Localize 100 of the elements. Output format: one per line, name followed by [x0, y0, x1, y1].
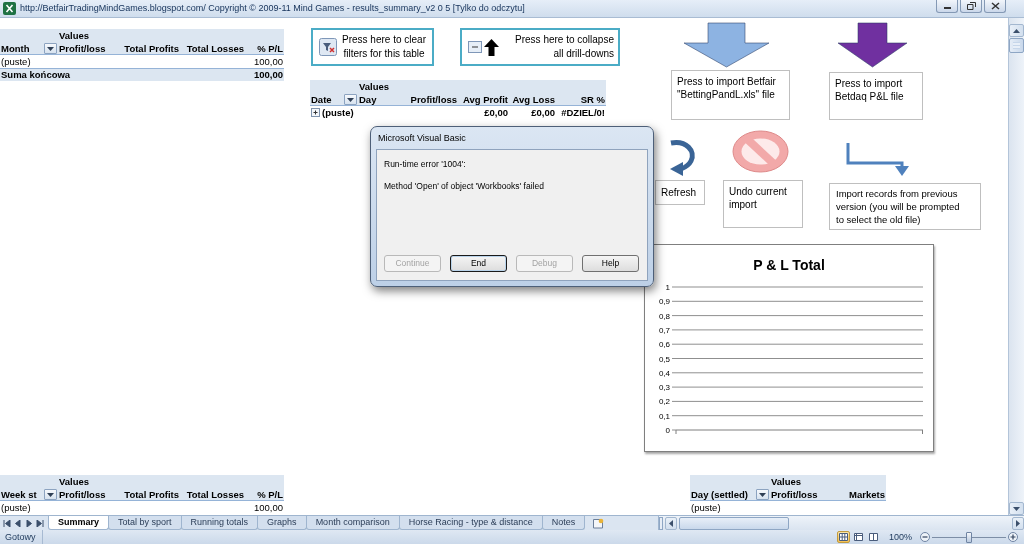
sheet-tab[interactable]: Total by sport	[108, 516, 182, 530]
window-title: http://BetfairTradingMindGames.blogspot.com/ Copyright © 2009-11 Mind Games - results_summary_v2 0 5 [Tylko do odczytu]	[20, 3, 525, 14]
minimize-button[interactable]	[936, 0, 958, 13]
y-tick-label: 0,9	[658, 297, 670, 307]
error-message: Run-time error '1004':	[384, 159, 466, 170]
sheet-tab[interactable]: Graphs	[257, 516, 307, 530]
status-text: Gotowy	[0, 530, 43, 544]
clear-filter-icon	[319, 38, 337, 56]
scrollbar-thumb[interactable]	[1009, 38, 1024, 53]
import-button[interactable]: Import records from previous version (you will be prompted to select the old file)	[829, 183, 981, 230]
column-header: SR %	[580, 93, 605, 106]
table-cell: #DZIEL/0!	[561, 107, 605, 118]
column-header: Day (settled)	[691, 488, 748, 501]
close-button[interactable]	[984, 0, 1006, 13]
table-cell: 100,00	[254, 56, 284, 67]
y-tick-label: 0,8	[658, 311, 670, 321]
sheet-tab[interactable]: Month comparison	[305, 516, 400, 530]
scroll-right-button[interactable]	[1012, 516, 1024, 530]
import-button[interactable]: Press to import Betfair "BettingPandL.xls" file	[671, 70, 790, 120]
bent-arrow-icon	[846, 143, 909, 176]
new-sheet-icon[interactable]	[592, 517, 605, 529]
column-header: Total Losses	[186, 488, 244, 501]
column-header: Week st	[1, 488, 37, 501]
table-cell: Suma końcowa	[1, 69, 71, 80]
column-header: Profit/loss	[59, 42, 106, 55]
close-icon	[990, 2, 1000, 10]
values-header: Values	[359, 81, 390, 92]
page-layout-icon	[853, 533, 863, 541]
restore-button[interactable]	[960, 0, 982, 13]
dialog-button[interactable]: End	[450, 255, 507, 272]
dialog-title: Microsoft Visual Basic	[377, 132, 466, 145]
y-tick-label: 0,1	[658, 411, 670, 421]
split-handle[interactable]	[659, 516, 663, 530]
table-cell: (puste)	[1, 56, 31, 67]
caret-down-icon	[759, 492, 766, 497]
sheet-tab[interactable]: Summary	[48, 516, 110, 530]
view-button[interactable]	[851, 531, 865, 543]
import-button[interactable]: Press to import Betdaq P&L file	[829, 72, 923, 120]
values-header: Values	[59, 30, 90, 41]
sheet-tab[interactable]: Notes	[541, 516, 586, 530]
dialog-button[interactable]: Help	[582, 255, 639, 272]
values-header: Values	[59, 476, 90, 487]
clear-filters-button[interactable]: Press here to clear filters for this table	[311, 28, 434, 66]
table-cell: (puste)	[322, 106, 354, 119]
caret-left-icon	[669, 519, 673, 527]
sheet-tab[interactable]: Running totals	[180, 516, 259, 530]
sheet-tab[interactable]: Horse Racing - type & distance	[398, 516, 543, 530]
refresh-icon	[670, 140, 695, 176]
filter-dropdown-button[interactable]	[44, 43, 57, 54]
expand-icon[interactable]	[311, 108, 320, 117]
view-button[interactable]	[836, 531, 850, 543]
filter-dropdown-button[interactable]	[44, 489, 57, 500]
view-button[interactable]	[866, 531, 880, 543]
caret-down-icon	[47, 492, 54, 497]
y-tick-label: 0,6	[658, 340, 670, 350]
zoom-in-icon[interactable]	[1008, 532, 1018, 542]
undo-button[interactable]: Undo current import	[723, 180, 803, 228]
zoom-level-text: 100%	[888, 531, 912, 543]
y-tick-label: 0	[665, 426, 670, 435]
y-tick-label: 0,3	[658, 383, 670, 393]
y-tick-label: 1	[665, 283, 670, 292]
minus-box-icon	[468, 41, 482, 53]
values-header: Values	[771, 476, 802, 487]
caret-down-icon	[347, 97, 354, 102]
scroll-up-button[interactable]	[1009, 24, 1024, 37]
table-cell: £0,00	[484, 107, 508, 118]
column-header: Profit/loss	[771, 488, 818, 501]
y-tick-label: 0,4	[658, 368, 670, 378]
column-header: Total Profits	[124, 42, 179, 55]
column-header: Total Profits	[124, 488, 179, 501]
table-cell: (puste)	[691, 502, 721, 513]
column-header: % P/L	[257, 488, 284, 501]
zoom-out-icon[interactable]	[920, 532, 930, 542]
vertical-scrollbar[interactable]	[1008, 18, 1024, 515]
skip-back-icon[interactable]	[3, 519, 11, 527]
skip-forward-icon[interactable]	[36, 519, 44, 527]
slider-thumb[interactable]	[966, 531, 972, 543]
caret-right-icon[interactable]	[25, 519, 33, 527]
scrollbar-thumb[interactable]	[679, 516, 789, 530]
column-header: Total Losses	[186, 42, 244, 55]
horizontal-scrollbar[interactable]	[658, 516, 1024, 530]
zoom-slider[interactable]	[932, 531, 1006, 543]
error-message: Method 'Open' of object 'Workbooks' failed	[384, 181, 544, 192]
restore-icon	[966, 2, 976, 10]
page-break-icon	[868, 533, 878, 541]
table-cell: (puste)	[1, 502, 31, 513]
refresh-button[interactable]: Refresh	[655, 180, 705, 205]
column-header: Month	[1, 42, 30, 55]
filter-dropdown-button[interactable]	[756, 489, 769, 500]
column-header: Day	[359, 93, 377, 106]
prohibited-icon	[732, 130, 789, 173]
filter-dropdown-button[interactable]	[344, 94, 357, 105]
table-cell: 100,00	[254, 502, 284, 513]
caret-left-icon[interactable]	[14, 519, 22, 527]
table-cell: £0,00	[531, 107, 555, 118]
collapse-all-button[interactable]: Press here to collapse all drill-downs	[460, 28, 620, 66]
scroll-down-button[interactable]	[1009, 502, 1024, 515]
scroll-left-button[interactable]	[665, 516, 677, 530]
column-header: Avg Profit	[462, 93, 508, 106]
caret-down-icon	[1013, 506, 1020, 511]
